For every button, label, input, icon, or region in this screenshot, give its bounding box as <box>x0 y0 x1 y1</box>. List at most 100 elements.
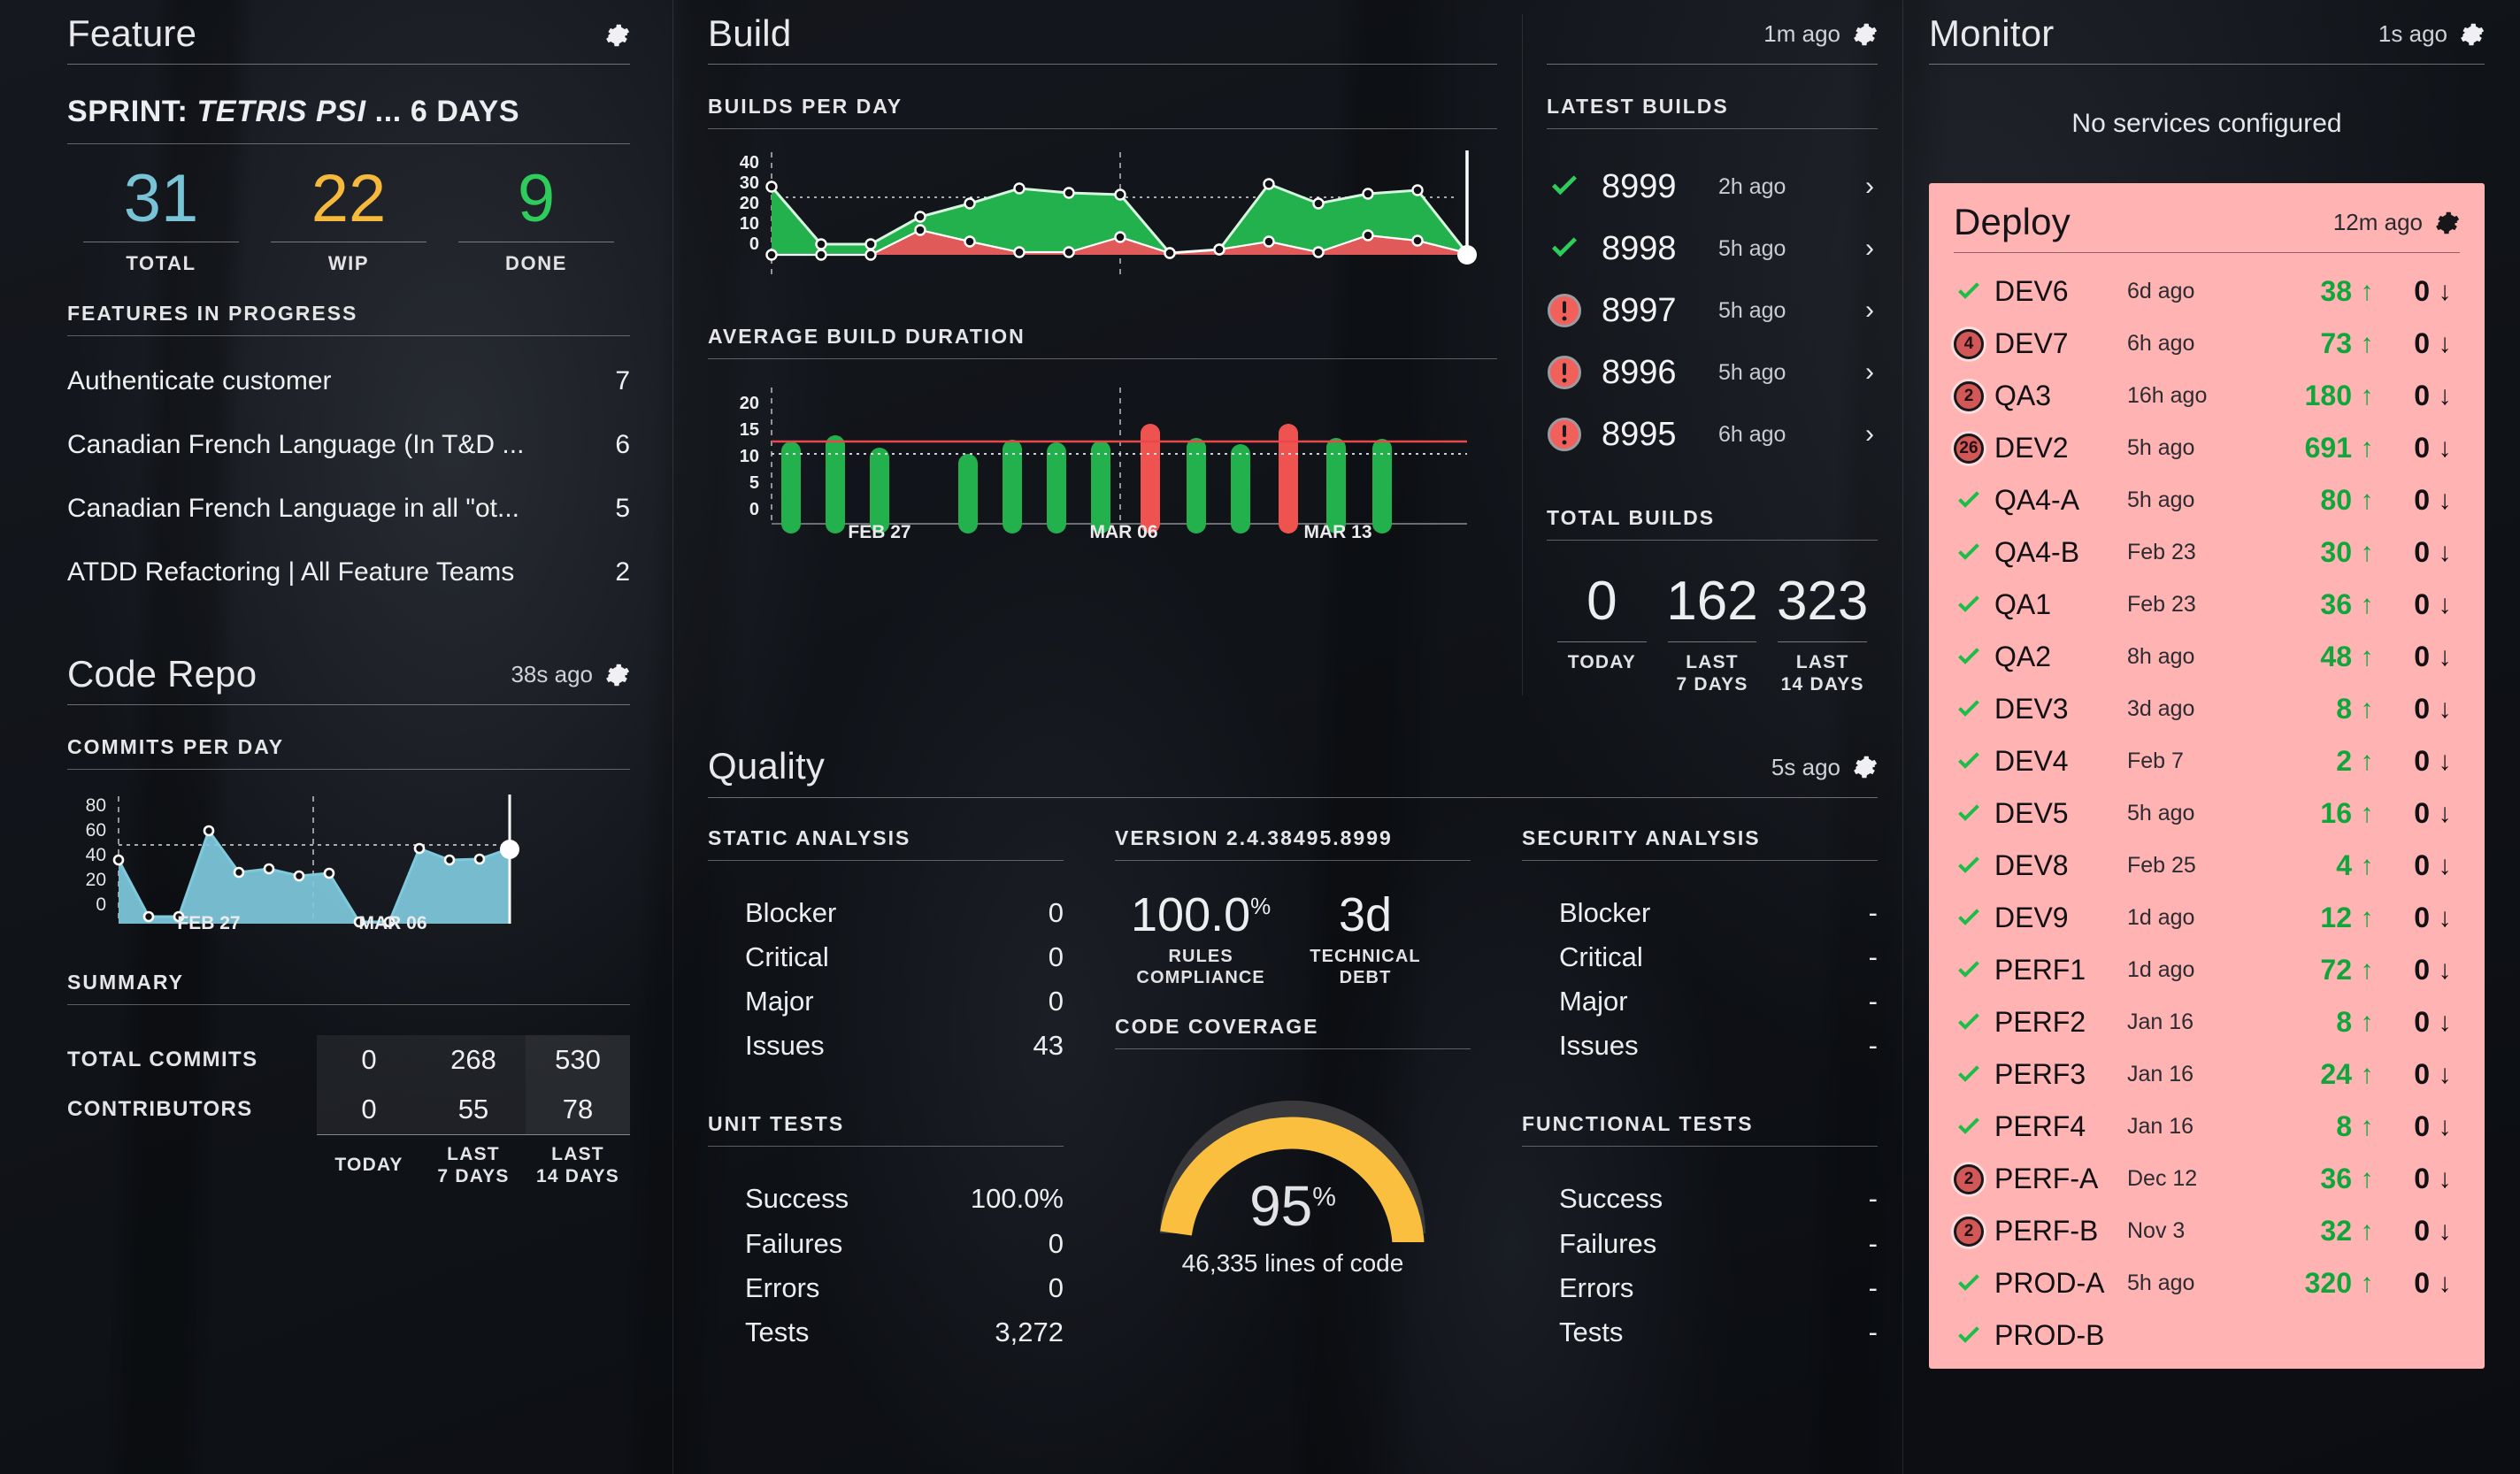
svg-text:15: 15 <box>740 420 759 440</box>
latest-builds-rule <box>1547 128 1878 129</box>
monitor-header: Monitor 1s ago <box>1929 14 2485 53</box>
code-coverage-header: CODE COVERAGE <box>1115 1015 1471 1039</box>
error-count-badge: 2 <box>1954 381 1994 411</box>
arrow-up-icon: ↑ <box>2352 1217 2382 1247</box>
deploy-row[interactable]: PERF4Jan 168↑0↓ <box>1954 1101 2460 1153</box>
feature-header-rule <box>67 64 630 65</box>
deploy-row[interactable]: QA4-BFeb 2330↑0↓ <box>1954 526 2460 579</box>
kpi-total-label: TOTAL <box>67 252 255 275</box>
deploy-environment-name: PROD-B <box>1994 1319 2127 1352</box>
svg-text:80: 80 <box>86 795 106 816</box>
total-builds-last7-value: 162 <box>1657 574 1768 629</box>
security-analysis-header: SECURITY ANALYSIS <box>1522 826 1878 850</box>
deploy-row[interactable]: PROD-A5h ago320↑0↓ <box>1954 1257 2460 1309</box>
static-analysis-list: Blocker 0 Critical 0 Major 0 Issues <box>708 891 1064 1069</box>
gear-icon[interactable] <box>1853 22 1878 47</box>
gear-icon[interactable] <box>605 663 630 687</box>
list-item[interactable]: Authenticate customer 7 <box>67 366 630 396</box>
build-number: 8998 <box>1602 230 1699 268</box>
technical-debt-value: 3d <box>1310 891 1420 939</box>
arrow-up-icon: ↑ <box>2352 747 2382 777</box>
deploy-up-count: 38 <box>2251 275 2352 308</box>
deploy-row[interactable]: 26DEV25h ago691↑0↓ <box>1954 422 2460 474</box>
deploy-row[interactable]: PERF2Jan 168↑0↓ <box>1954 996 2460 1048</box>
metric-label: Issues <box>1522 1024 1639 1068</box>
deploy-row[interactable]: DEV91d ago12↑0↓ <box>1954 892 2460 944</box>
deploy-row[interactable]: QA1Feb 2336↑0↓ <box>1954 579 2460 631</box>
rules-compliance-value: 100.0% <box>1131 891 1271 939</box>
code-repo-summary-block: SUMMARY TOTAL COMMITS 0 268 530 CONTRIBU… <box>67 971 630 1187</box>
chevron-right-icon[interactable]: › <box>1865 419 1878 449</box>
kpi-wip-value: 22 <box>255 167 442 231</box>
feature-name: ATDD Refactoring | All Feature Teams <box>67 557 514 587</box>
arrow-down-icon: ↓ <box>2430 642 2460 672</box>
static-analysis-header: STATIC ANALYSIS <box>708 826 1064 850</box>
feature-widget: Feature SPRINT: TETRIS PSI ... 6 DAYS 31 <box>67 14 630 587</box>
build-widget: Build BUILDS PER DAY 40 30 20 10 0 <box>672 14 1902 695</box>
list-item[interactable]: ATDD Refactoring | All Feature Teams 2 <box>67 557 630 587</box>
deploy-row[interactable]: QA4-A5h ago80↑0↓ <box>1954 474 2460 526</box>
gear-icon[interactable] <box>1853 755 1878 779</box>
chevron-right-icon[interactable]: › <box>1865 357 1878 388</box>
deploy-row[interactable]: DEV4Feb 72↑0↓ <box>1954 735 2460 787</box>
list-item[interactable]: 8997 5h ago › <box>1547 280 1878 342</box>
deploy-row[interactable]: PROD-B <box>1954 1309 2460 1362</box>
metric-value: 0 <box>1049 1266 1064 1310</box>
table-row: Critical 0 <box>708 935 1064 979</box>
table-row: Errors 0 <box>708 1266 1064 1310</box>
chevron-right-icon[interactable]: › <box>1865 234 1878 264</box>
deploy-row[interactable]: 2PERF-BNov 332↑0↓ <box>1954 1205 2460 1257</box>
list-item[interactable]: Canadian French Language (In T&D ... 6 <box>67 430 630 460</box>
technical-debt: 3d TECHNICALDEBT <box>1310 891 1420 988</box>
quality-title: Quality <box>708 747 825 786</box>
functional-tests-block: FUNCTIONAL TESTS Success - Failures - <box>1522 1112 1878 1355</box>
monitor-title: Monitor <box>1929 14 2054 53</box>
gear-icon[interactable] <box>2460 22 2485 47</box>
col-header-last14: LAST14 DAYS <box>526 1134 630 1187</box>
metric-label: Success <box>708 1177 849 1221</box>
list-item[interactable]: 8998 5h ago › <box>1547 218 1878 280</box>
deploy-row[interactable]: 2PERF-ADec 1236↑0↓ <box>1954 1153 2460 1205</box>
list-item[interactable]: 8995 6h ago › <box>1547 403 1878 465</box>
deploy-row[interactable]: DEV55h ago16↑0↓ <box>1954 787 2460 840</box>
deploy-row[interactable]: PERF3Jan 1624↑0↓ <box>1954 1048 2460 1101</box>
build-main-area: Build BUILDS PER DAY 40 30 20 10 0 <box>672 14 1522 695</box>
deploy-row[interactable]: 4DEV76h ago73↑0↓ <box>1954 318 2460 370</box>
list-item[interactable]: Canadian French Language in all "ot... 5 <box>67 494 630 524</box>
code-repo-summary-table: TOTAL COMMITS 0 268 530 CONTRIBUTORS 0 5… <box>67 1035 630 1187</box>
gear-icon[interactable] <box>605 23 630 48</box>
feature-count: 5 <box>615 494 630 524</box>
arrow-up-icon: ↑ <box>2352 381 2382 411</box>
deploy-row[interactable]: DEV8Feb 254↑0↓ <box>1954 840 2460 892</box>
deploy-row[interactable]: PERF11d ago72↑0↓ <box>1954 944 2460 996</box>
code-coverage-lines: 46,335 lines of code <box>1115 1249 1471 1278</box>
latest-builds-list: 8999 2h ago › 8998 5h ago › <box>1547 156 1878 465</box>
deploy-row[interactable]: DEV66d ago38↑0↓ <box>1954 265 2460 318</box>
deploy-ago: Jan 16 <box>2127 1010 2251 1035</box>
list-item[interactable]: 8999 2h ago › <box>1547 156 1878 218</box>
commits-per-day-block: COMMITS PER DAY 80 60 40 20 0 <box>67 735 630 935</box>
error-icon <box>1547 417 1582 452</box>
build-header: Build <box>708 14 1497 53</box>
deploy-row[interactable]: QA28h ago48↑0↓ <box>1954 631 2460 683</box>
chevron-right-icon[interactable]: › <box>1865 296 1878 326</box>
check-icon <box>1954 1269 1994 1299</box>
list-item[interactable]: 8996 5h ago › <box>1547 342 1878 403</box>
arrow-down-icon: ↓ <box>2430 381 2460 411</box>
chevron-right-icon[interactable]: › <box>1865 172 1878 202</box>
deploy-environment-name: DEV2 <box>1994 432 2127 464</box>
deploy-environment-name: PERF1 <box>1994 954 2127 987</box>
metric-value: - <box>1869 1310 1878 1355</box>
functional-tests-header: FUNCTIONAL TESTS <box>1522 1112 1878 1136</box>
deploy-row[interactable]: 2QA316h ago180↑0↓ <box>1954 370 2460 422</box>
build-number: 8997 <box>1602 292 1699 330</box>
gear-icon[interactable] <box>2435 211 2460 235</box>
total-builds-rule <box>1547 540 1878 541</box>
deploy-row[interactable]: DEV33d ago8↑0↓ <box>1954 683 2460 735</box>
table-row: Success 100.0% <box>708 1177 1064 1221</box>
table-row: Major - <box>1522 979 1878 1024</box>
arrow-up-icon: ↑ <box>2352 486 2382 516</box>
commits-per-day-header: COMMITS PER DAY <box>67 735 630 759</box>
check-icon <box>1954 277 1994 307</box>
total-builds-last14-label: LAST14 DAYS <box>1767 651 1878 695</box>
